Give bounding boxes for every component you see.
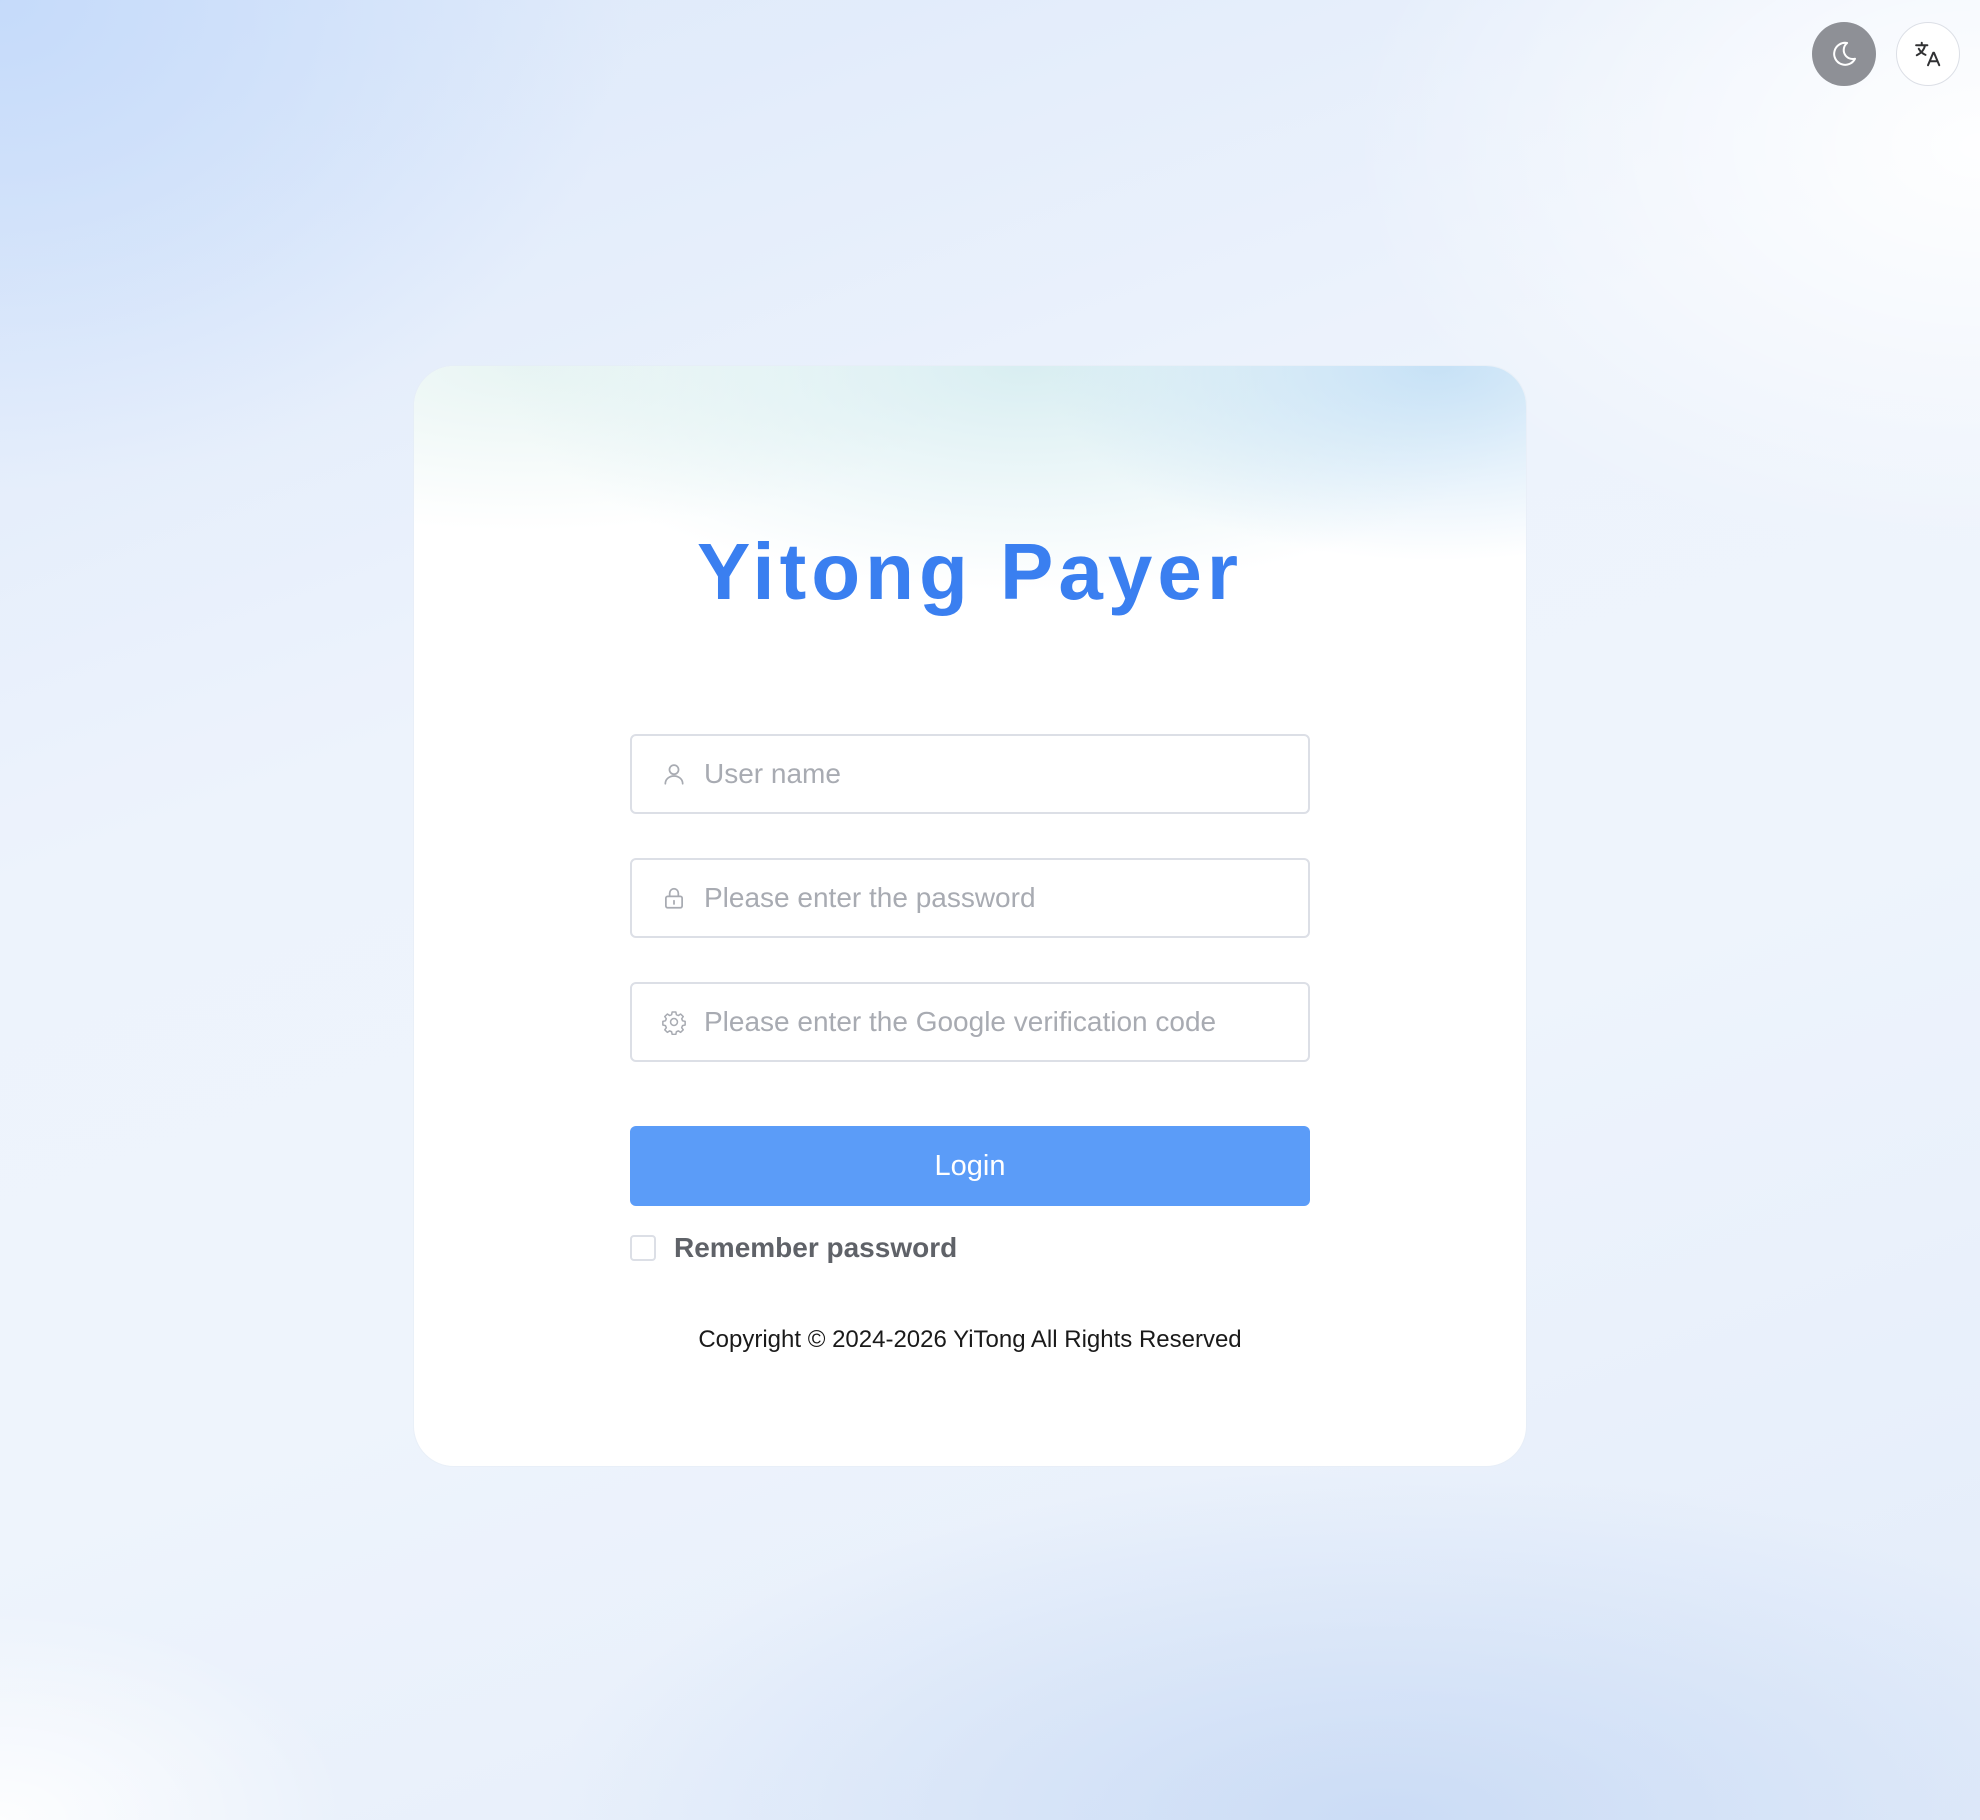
user-icon [660, 760, 688, 788]
gear-icon [660, 1008, 688, 1036]
theme-toggle-button[interactable] [1812, 22, 1876, 86]
username-field[interactable] [630, 734, 1310, 814]
translate-icon [1915, 41, 1941, 67]
copyright-text: Copyright © 2024-2026 YiTong All Rights … [698, 1326, 1242, 1353]
password-field[interactable] [630, 858, 1310, 938]
remember-password-checkbox[interactable] [630, 1235, 656, 1261]
moon-icon [1833, 41, 1856, 66]
login-button[interactable]: Login [630, 1126, 1310, 1206]
google-code-input[interactable] [704, 984, 1308, 1060]
top-controls [1812, 22, 1960, 86]
remember-password-label: Remember password [674, 1232, 958, 1263]
username-input[interactable] [704, 736, 1308, 812]
login-card: Yitong Payer User name Please enter the … [414, 366, 1526, 1466]
google-code-field[interactable] [630, 982, 1310, 1062]
app-title: Yitong Payer [696, 527, 1244, 616]
remember-password[interactable]: Remember password [630, 1232, 957, 1264]
card-header-glow [414, 366, 1526, 926]
password-input[interactable] [704, 860, 1308, 936]
language-toggle-button[interactable] [1896, 22, 1960, 86]
lock-icon [660, 884, 688, 912]
